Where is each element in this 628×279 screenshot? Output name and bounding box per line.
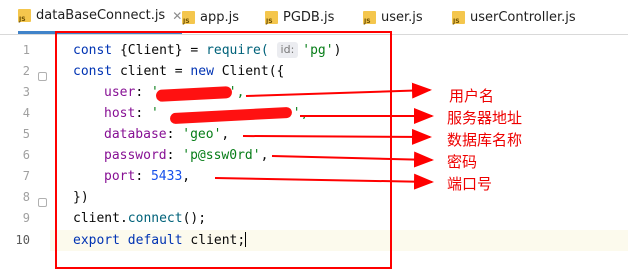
arrow-user: [245, 82, 432, 99]
annotation-password: 密码: [447, 153, 478, 171]
annotation-arrows: [214, 82, 434, 190]
arrow-password: [271, 151, 434, 168]
arrow-database: [242, 128, 432, 145]
arrow-port: [214, 173, 434, 190]
annotation-server-address: 服务器地址: [447, 109, 523, 127]
annotation-port: 端口号: [447, 175, 493, 193]
annotation-database-name: 数据库名称: [447, 131, 523, 149]
annotation-username: 用户名: [449, 87, 495, 105]
